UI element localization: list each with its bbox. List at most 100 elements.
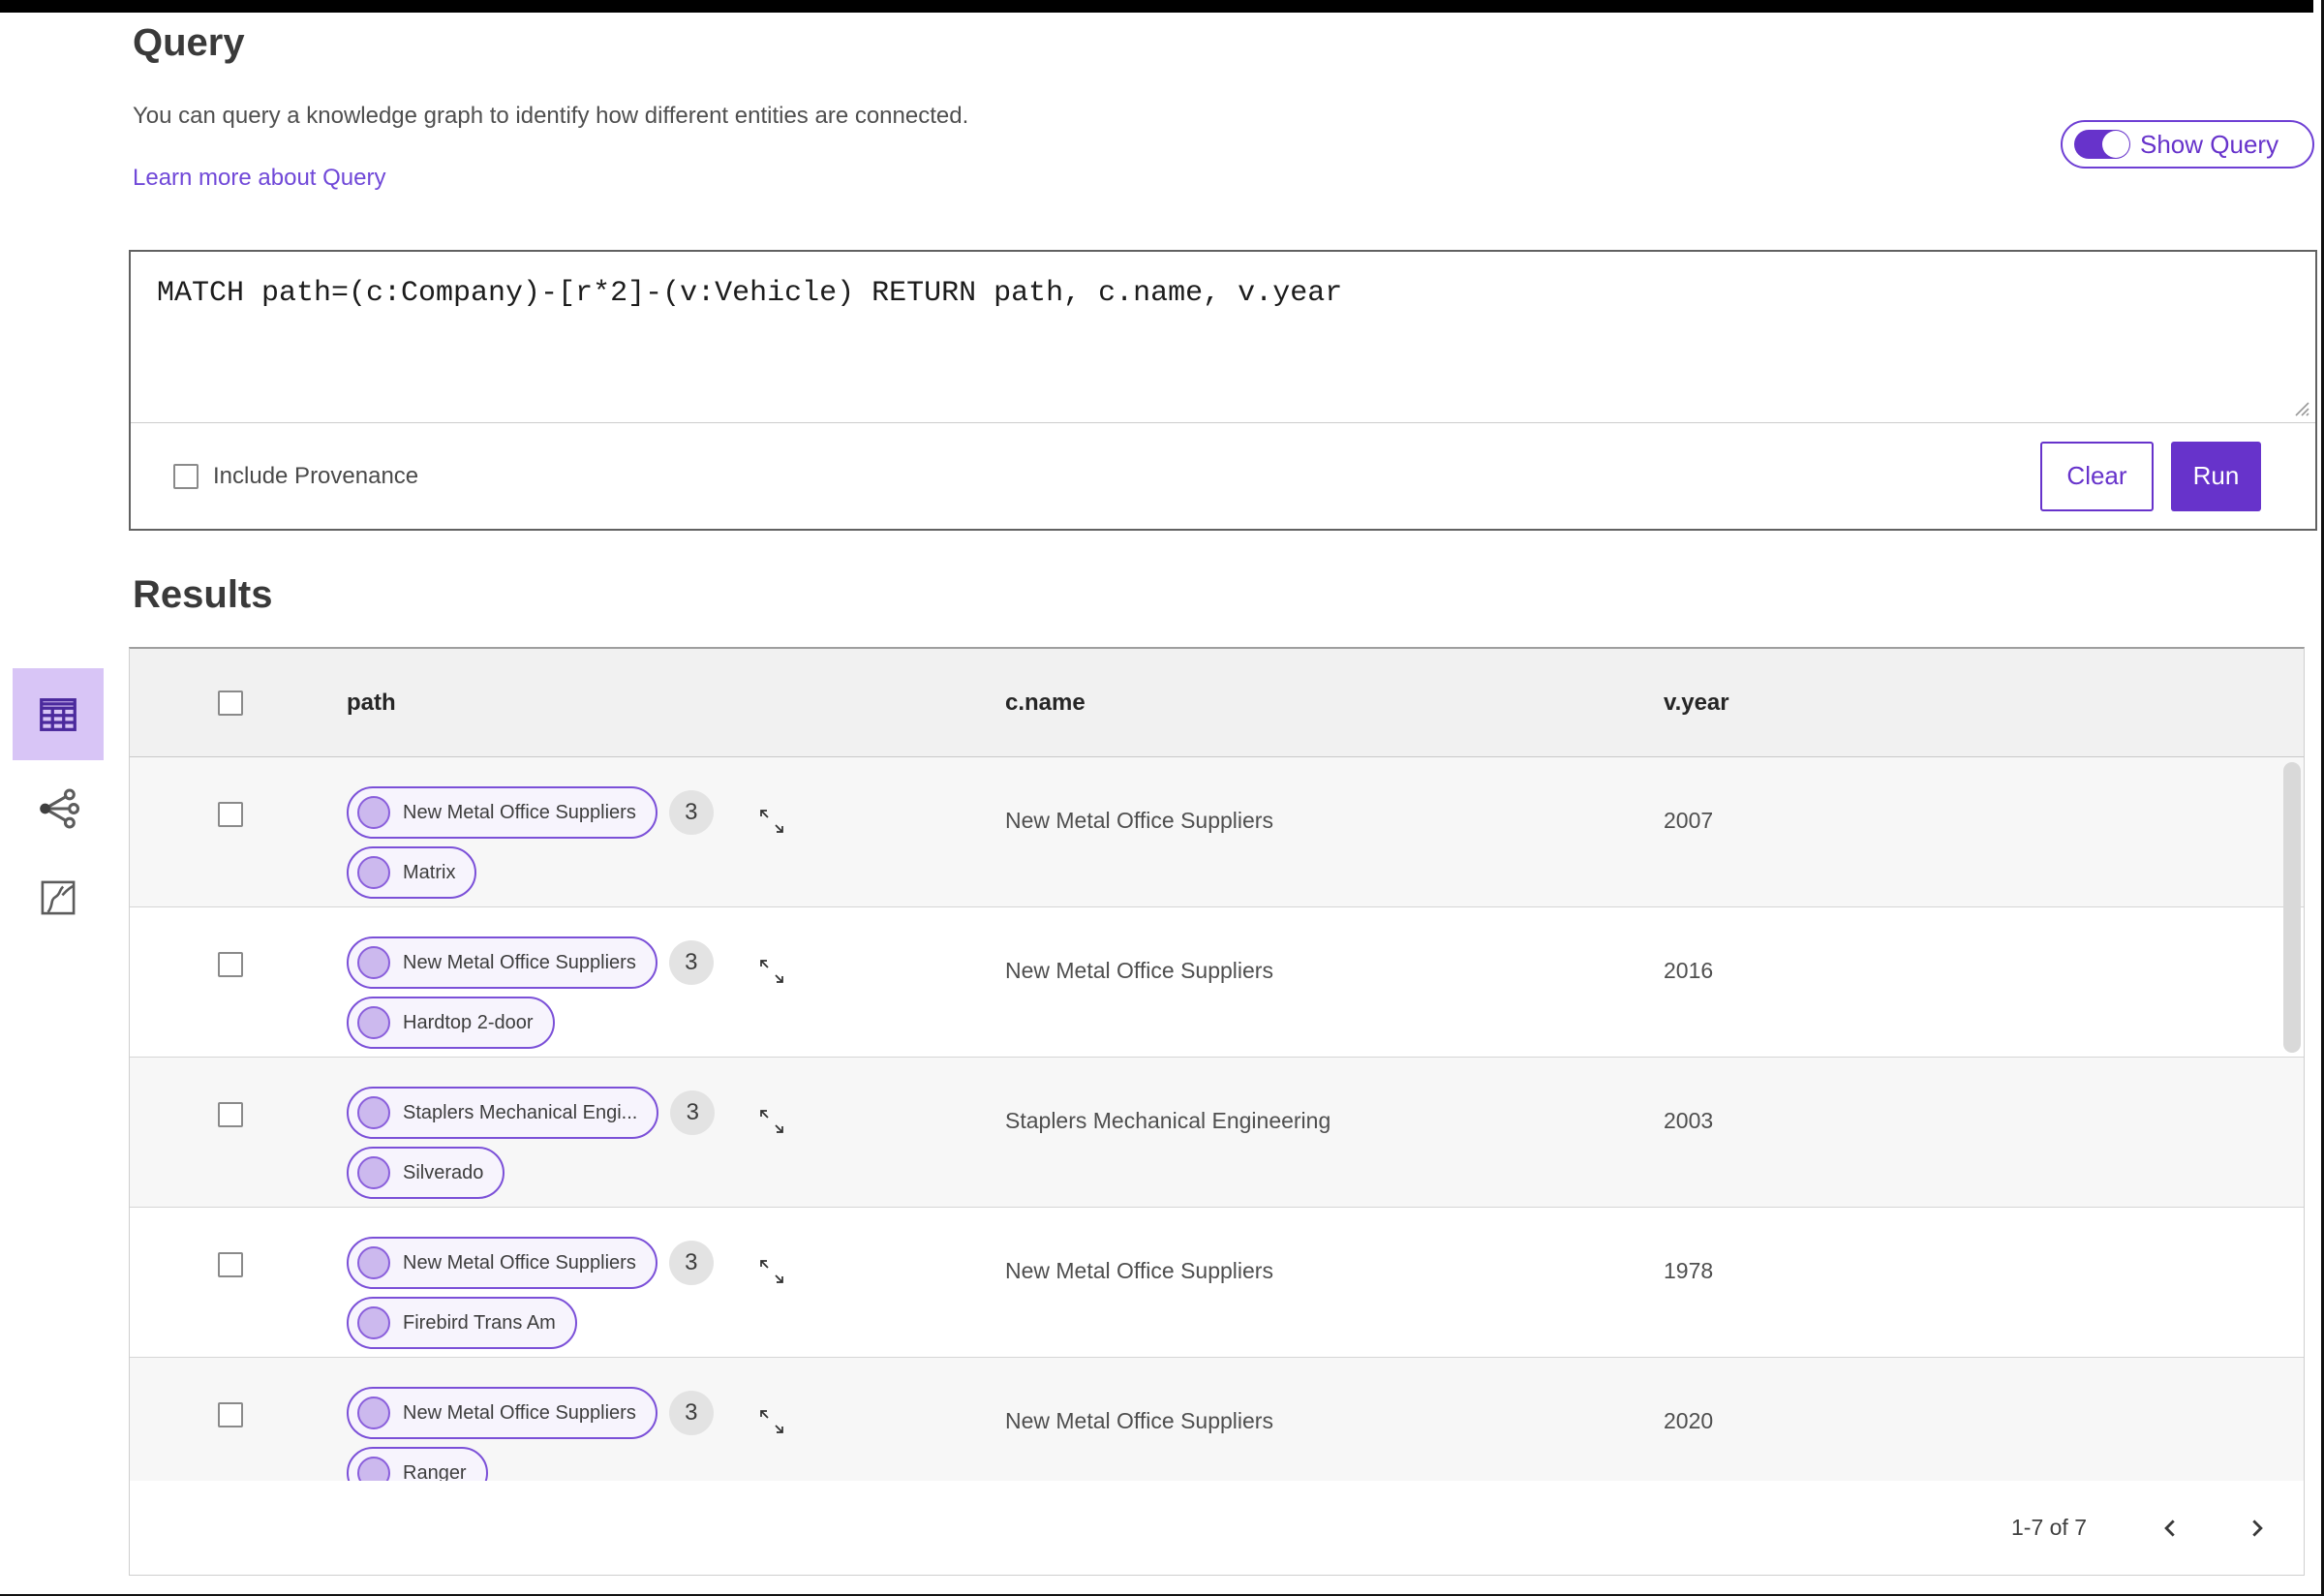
cname-cell: New Metal Office Suppliers xyxy=(1005,808,1273,833)
path-node-pill[interactable]: New Metal Office Suppliers xyxy=(347,1237,657,1289)
previous-page-button[interactable] xyxy=(2156,1514,2186,1543)
path-node-pill[interactable]: Silverado xyxy=(347,1147,505,1199)
query-page: Query You can query a knowledge graph to… xyxy=(0,0,2324,1596)
path-count-badge: 3 xyxy=(668,940,714,985)
row-checkbox[interactable] xyxy=(217,1252,243,1277)
expand-icon[interactable] xyxy=(756,1106,787,1137)
table-row: New Metal Office Suppliers 3 Firebird Tr… xyxy=(130,1208,2304,1358)
chevron-left-icon xyxy=(2164,1519,2175,1537)
path-node-label: New Metal Office Suppliers xyxy=(403,1401,636,1424)
expand-icon[interactable] xyxy=(756,1406,787,1437)
path-node-pill[interactable]: Hardtop 2-door xyxy=(347,997,555,1049)
node-circle-icon xyxy=(357,796,390,829)
select-all-checkbox[interactable] xyxy=(217,690,243,716)
node-circle-icon xyxy=(357,1096,390,1129)
resize-handle-icon[interactable] xyxy=(2291,398,2310,417)
learn-more-link[interactable]: Learn more about Query xyxy=(133,165,385,192)
path-count-badge: 3 xyxy=(670,1090,716,1135)
page-title: Query xyxy=(133,21,245,64)
path-node-pill[interactable]: Staplers Mechanical Engi... xyxy=(347,1087,659,1139)
run-button[interactable]: Run xyxy=(2171,441,2261,511)
table-row: Staplers Mechanical Engi... 3 Silverado … xyxy=(130,1058,2304,1208)
path-node-label: New Metal Office Suppliers xyxy=(403,1251,636,1274)
results-table: path c.name v.year New Metal Office Supp… xyxy=(129,647,2305,1576)
query-editor-panel: MATCH path=(c:Company)-[r*2]-(v:Vehicle)… xyxy=(129,250,2317,531)
path-node-label: Silverado xyxy=(403,1161,484,1183)
row-checkbox[interactable] xyxy=(217,1102,243,1127)
include-provenance-control[interactable]: Include Provenance xyxy=(173,463,418,490)
column-header-path[interactable]: path xyxy=(330,649,978,756)
chart-view-button[interactable] xyxy=(13,857,104,938)
path-node-label: New Metal Office Suppliers xyxy=(403,951,636,973)
chevron-right-icon xyxy=(2252,1519,2263,1537)
chart-view-icon xyxy=(41,880,76,915)
cname-cell: Staplers Mechanical Engineering xyxy=(1005,1108,1331,1133)
path-cell: New Metal Office Suppliers 3 Firebird Tr… xyxy=(330,1208,978,1357)
path-node-label: New Metal Office Suppliers xyxy=(403,801,636,823)
table-row: New Metal Office Suppliers 3 Hardtop 2-d… xyxy=(130,907,2304,1058)
node-circle-icon xyxy=(357,1457,390,1481)
path-cell: Staplers Mechanical Engi... 3 Silverado xyxy=(330,1058,978,1207)
expand-icon[interactable] xyxy=(756,806,787,837)
graph-view-button[interactable] xyxy=(13,768,104,849)
include-provenance-label: Include Provenance xyxy=(213,462,419,489)
vyear-cell: 1978 xyxy=(1664,1258,1714,1283)
vyear-cell: 2007 xyxy=(1664,808,1714,833)
path-node-pill[interactable]: Firebird Trans Am xyxy=(347,1297,577,1349)
path-node-pill[interactable]: New Metal Office Suppliers xyxy=(347,786,657,839)
path-node-label: Hardtop 2-door xyxy=(403,1011,534,1033)
path-node-label: Firebird Trans Am xyxy=(403,1311,556,1334)
query-input[interactable]: MATCH path=(c:Company)-[r*2]-(v:Vehicle)… xyxy=(131,252,2315,423)
query-footer: Include Provenance Clear Run xyxy=(131,423,2315,529)
expand-icon[interactable] xyxy=(756,956,787,987)
path-cell: New Metal Office Suppliers 3 Matrix xyxy=(330,757,978,906)
column-header-cname[interactable]: c.name xyxy=(978,649,1636,756)
expand-icon[interactable] xyxy=(756,1256,787,1287)
query-text: MATCH path=(c:Company)-[r*2]-(v:Vehicle)… xyxy=(157,277,1343,310)
column-header-vyear[interactable]: v.year xyxy=(1636,649,2304,756)
node-circle-icon xyxy=(357,1156,390,1189)
table-icon xyxy=(40,697,76,731)
cname-cell: New Metal Office Suppliers xyxy=(1005,1408,1273,1433)
table-header-row: path c.name v.year xyxy=(130,649,2304,757)
path-node-label: Matrix xyxy=(403,861,456,883)
table-row: New Metal Office Suppliers 3 Ranger New … xyxy=(130,1358,2304,1481)
path-node-pill[interactable]: Matrix xyxy=(347,846,477,899)
results-title: Results xyxy=(133,573,273,616)
vyear-cell: 2020 xyxy=(1664,1408,1714,1433)
view-switcher xyxy=(13,668,104,938)
table-footer: 1-7 of 7 xyxy=(130,1481,2304,1575)
page-description: You can query a knowledge graph to ident… xyxy=(133,103,969,129)
path-node-label: Ranger xyxy=(403,1461,467,1482)
path-cell: New Metal Office Suppliers 3 Ranger xyxy=(330,1358,978,1481)
path-node-pill[interactable]: New Metal Office Suppliers xyxy=(347,1387,657,1439)
vyear-cell: 2016 xyxy=(1664,958,1714,983)
node-circle-icon xyxy=(357,856,390,889)
row-checkbox[interactable] xyxy=(217,1402,243,1427)
row-checkbox[interactable] xyxy=(217,802,243,827)
table-row: New Metal Office Suppliers 3 Matrix New … xyxy=(130,757,2304,907)
next-page-button[interactable] xyxy=(2242,1514,2271,1543)
node-circle-icon xyxy=(357,1396,390,1429)
path-cell: New Metal Office Suppliers 3 Hardtop 2-d… xyxy=(330,907,978,1057)
window-top-edge xyxy=(0,0,2313,13)
include-provenance-checkbox[interactable] xyxy=(173,463,199,489)
table-view-button[interactable] xyxy=(13,668,104,760)
path-count-badge: 3 xyxy=(668,1241,714,1285)
path-count-badge: 3 xyxy=(668,790,714,835)
show-query-toggle[interactable]: Show Query xyxy=(2061,120,2314,169)
vertical-scrollbar[interactable] xyxy=(2283,762,2301,1053)
path-node-pill[interactable]: Ranger xyxy=(347,1447,488,1481)
clear-button[interactable]: Clear xyxy=(2040,441,2154,511)
table-body: New Metal Office Suppliers 3 Matrix New … xyxy=(130,757,2304,1481)
cname-cell: New Metal Office Suppliers xyxy=(1005,1258,1273,1283)
cname-cell: New Metal Office Suppliers xyxy=(1005,958,1273,983)
pagination-range: 1-7 of 7 xyxy=(2011,1515,2087,1540)
show-query-toggle-label: Show Query xyxy=(2140,129,2279,159)
toggle-switch-icon[interactable] xyxy=(2074,130,2130,159)
row-checkbox[interactable] xyxy=(217,952,243,977)
node-circle-icon xyxy=(357,1306,390,1339)
vyear-cell: 2003 xyxy=(1664,1108,1714,1133)
path-node-pill[interactable]: New Metal Office Suppliers xyxy=(347,936,657,989)
node-circle-icon xyxy=(357,946,390,979)
